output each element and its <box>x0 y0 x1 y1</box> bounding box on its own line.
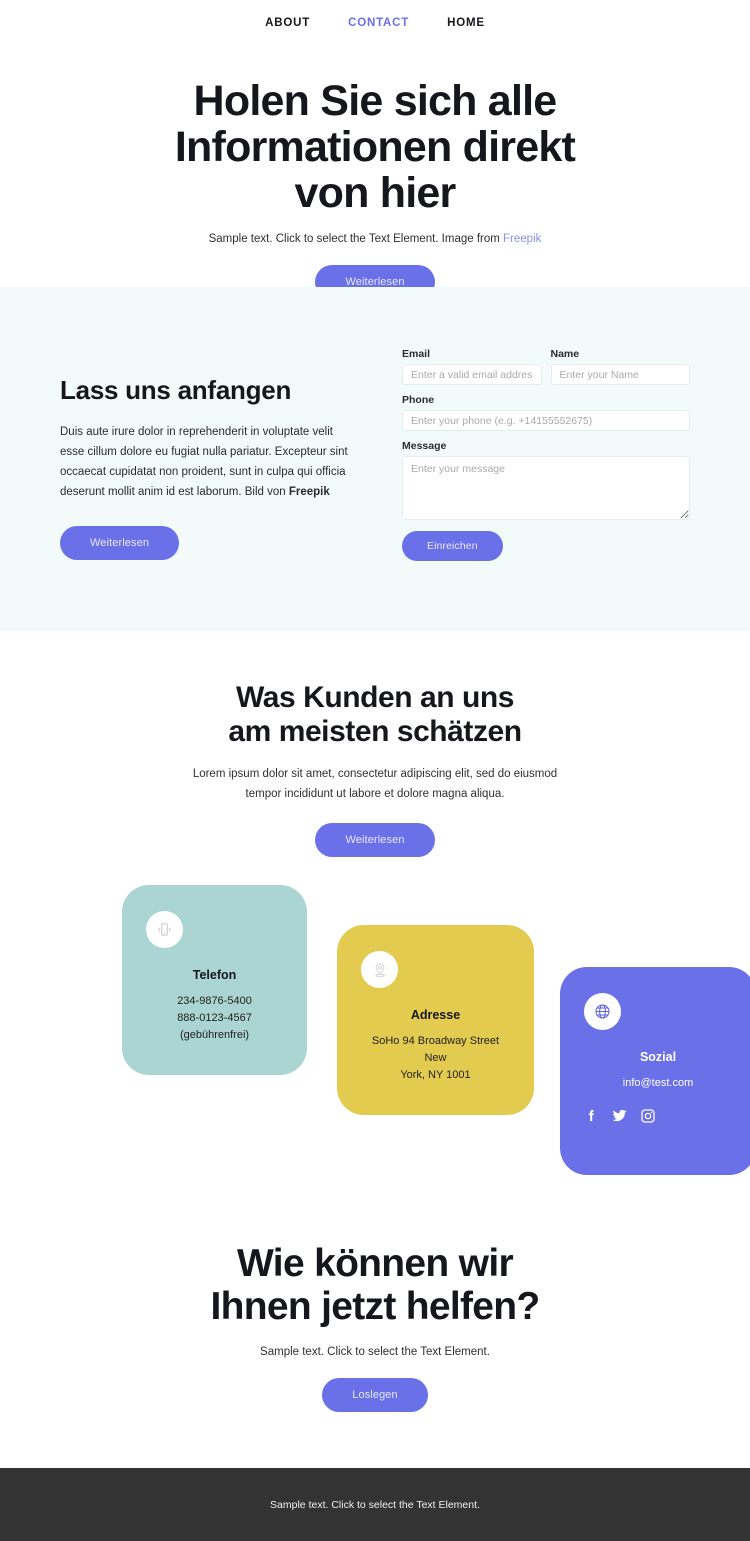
phone-input[interactable] <box>402 410 690 432</box>
nav-item-about[interactable]: ABOUT <box>265 17 310 29</box>
cta-heading-line2: Ihnen jetzt helfen? <box>210 1285 541 1329</box>
label-phone: Phone <box>402 394 435 407</box>
card-telefon-line1: 234-9876-5400 <box>177 995 252 1008</box>
label-message: Message <box>402 440 447 453</box>
label-email: Email <box>402 348 431 361</box>
hero-button-clip: Weiterlesen <box>60 265 690 288</box>
card-telefon-title: Telefon <box>192 968 237 983</box>
card-adresse-title: Adresse <box>410 1008 461 1023</box>
hero-subtitle: Sample text. Click to select the Text El… <box>60 230 690 248</box>
hero-read-more-button[interactable]: Weiterlesen <box>315 265 435 288</box>
hero-freepik-link[interactable]: Freepik <box>503 233 541 245</box>
cta-subtitle: Sample text. Click to select the Text El… <box>260 1346 490 1359</box>
cta-get-started-button[interactable]: Loslegen <box>322 1378 428 1413</box>
hero-heading: Holen Sie sich alle Informationen direkt… <box>60 78 690 216</box>
form-section-body: Duis aute irure dolor in reprehenderit i… <box>60 423 360 502</box>
facebook-icon[interactable] <box>584 1107 599 1124</box>
cta-heading: Wie können wir Ihnen jetzt helfen? <box>60 1242 690 1329</box>
hero-heading-line1-pre: Holen <box>193 77 321 125</box>
field-message: Message <box>402 440 690 521</box>
card-sozial-title: Sozial <box>639 1050 677 1065</box>
map-pin-icon <box>361 951 398 989</box>
contact-form-section: Lass uns anfangen Duis aute irure dolor … <box>0 287 750 632</box>
form-read-more-button[interactable]: Weiterlesen <box>60 526 180 561</box>
nav-item-home[interactable]: HOME <box>447 17 485 29</box>
card-adresse-line1: SoHo 94 Broadway Street New <box>371 1035 500 1065</box>
card-adresse[interactable]: Adresse SoHo 94 Broadway Street New York… <box>337 925 534 1116</box>
social-links <box>584 1107 732 1124</box>
form-row-email-name: Email Name <box>402 348 690 394</box>
page-footer: Sample text. Click to select the Text El… <box>0 1468 750 1541</box>
hero-subtitle-text: Sample text. Click to select the Text El… <box>208 233 504 245</box>
testimonials-heading-line1-post: uns <box>454 681 514 715</box>
cta-heading-line1-highlight: können <box>314 1242 449 1286</box>
instagram-icon[interactable] <box>640 1108 656 1124</box>
form-intro-column: Lass uns anfangen Duis aute irure dolor … <box>60 345 360 561</box>
name-input[interactable] <box>550 364 690 386</box>
submit-row: Einreichen <box>402 531 690 562</box>
main-navigation: ABOUT CONTACT HOME <box>0 0 750 46</box>
nav-item-contact[interactable]: CONTACT <box>348 17 409 29</box>
field-email: Email <box>402 348 542 386</box>
contact-form: Email Name Phone Message Einreichen <box>402 345 690 562</box>
label-name: Name <box>550 348 580 361</box>
message-textarea[interactable] <box>402 456 690 521</box>
field-name: Name <box>550 348 690 386</box>
hero-section: Holen Sie sich alle Informationen direkt… <box>0 46 750 288</box>
cta-section: Wie können wir Ihnen jetzt helfen? Sampl… <box>0 1175 750 1469</box>
mobile-phone-icon <box>146 911 183 949</box>
hero-heading-line3: von hier <box>294 169 456 217</box>
testimonials-section: Was Kunden an uns am meisten schätzen Lo… <box>0 631 750 1176</box>
page-root: ABOUT CONTACT HOME Holen Sie sich alle I… <box>0 0 750 1541</box>
testimonials-heading-line1-pre: Was <box>236 681 304 715</box>
submit-button[interactable]: Einreichen <box>402 531 503 562</box>
form-section-heading: Lass uns anfangen <box>60 375 292 406</box>
testimonials-heading-line1-highlight: Kunden an <box>303 681 455 715</box>
footer-text: Sample text. Click to select the Text El… <box>270 1498 480 1511</box>
testimonials-subtitle: Lorem ipsum dolor sit amet, consectetur … <box>192 768 558 800</box>
card-sozial-line1: info@test.com <box>622 1077 694 1090</box>
card-adresse-line2: York, NY 1001 <box>400 1069 471 1082</box>
twitter-icon[interactable] <box>611 1107 628 1124</box>
card-telefon[interactable]: Telefon 234-9876-5400 888-0123-4567 (geb… <box>122 885 307 1076</box>
card-sozial[interactable]: Sozial info@test.com <box>560 967 750 1176</box>
email-input[interactable] <box>402 364 542 386</box>
hero-heading-line2: Informationen direkt <box>174 123 576 171</box>
globe-icon <box>584 993 621 1031</box>
form-section-body-bold: Freepik <box>288 485 330 498</box>
hero-heading-line1-highlight: Sie sich alle <box>320 77 557 125</box>
testimonials-heading: Was Kunden an uns am meisten schätzen <box>60 681 690 749</box>
cta-heading-line1-pre: Wie <box>237 1242 315 1286</box>
field-phone: Phone <box>402 394 690 432</box>
contact-cards: Telefon 234-9876-5400 888-0123-4567 (geb… <box>60 885 750 1176</box>
cta-heading-line1-post: wir <box>448 1242 514 1286</box>
card-telefon-line2: 888-0123-4567 (gebührenfrei) <box>177 1012 252 1042</box>
testimonials-read-more-button[interactable]: Weiterlesen <box>315 823 435 858</box>
testimonials-heading-line2: am meisten schätzen <box>228 715 522 749</box>
